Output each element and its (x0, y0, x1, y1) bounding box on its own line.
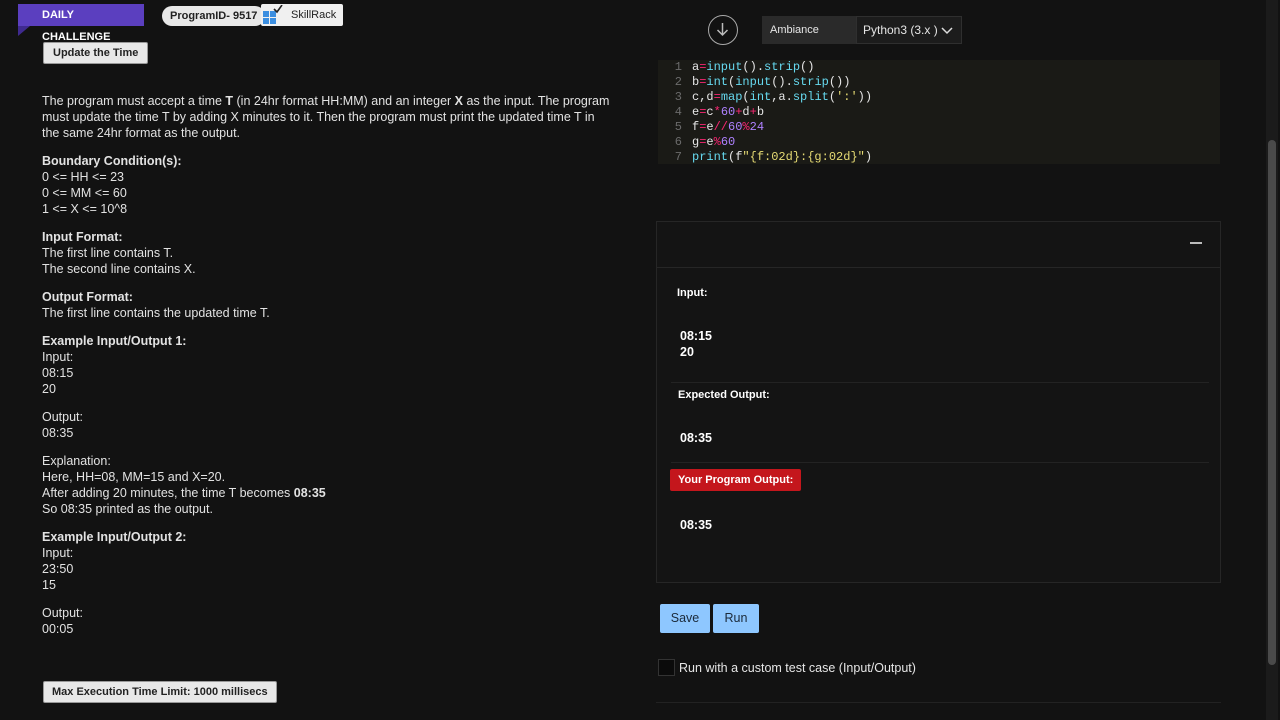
example-1-output: Output: 08:35 (42, 410, 83, 440)
skillrack-badge[interactable]: SkillRack (261, 4, 343, 26)
code-line-3: c,d=map(int,a.split(':')) (692, 90, 873, 104)
skillrack-logo-icon (263, 5, 283, 24)
your-program-output-label: Your Program Output: (670, 469, 802, 491)
example-1-heading: Example Input/Output 1: (42, 334, 187, 348)
expected-output-value: 08:35 (680, 431, 712, 445)
language-select[interactable]: Python3 (3.x ) (856, 16, 962, 44)
line-number: 2 (674, 75, 682, 89)
page-scrollbar[interactable] (1266, 0, 1278, 720)
problem-intro: The program must accept a time T (in 24h… (42, 94, 610, 140)
divider (656, 702, 1221, 703)
line-number: 3 (674, 90, 682, 104)
collapse-icon[interactable] (1190, 242, 1202, 244)
code-line-7: print(f"{f:02d}:{g:02d}") (692, 150, 873, 164)
line-number: 5 (674, 120, 682, 134)
code-line-5: f=e//60%24 (692, 120, 765, 134)
download-arrow-icon[interactable] (708, 15, 738, 45)
line-number: 4 (674, 105, 682, 119)
problem-statement: The program must accept a time T (in 24h… (42, 93, 612, 649)
ambiance-selector[interactable]: Ambiance (762, 16, 858, 44)
max-execution-time-badge: Max Execution Time Limit: 1000 millisecs (43, 681, 277, 703)
custom-test-checkbox[interactable] (658, 659, 675, 676)
result-panel-header (657, 222, 1220, 268)
expected-output-label: Expected Output: (678, 389, 770, 401)
code-line-2: b=int(input().strip()) (692, 75, 851, 89)
scrollbar-thumb[interactable] (1268, 140, 1276, 665)
boundary-section: Boundary Condition(s): 0 <= HH <= 23 0 <… (42, 154, 182, 216)
output-format-section: Output Format: The first line contains t… (42, 290, 270, 320)
code-editor[interactable]: 1 2 3 4 5 6 7 a=input().strip() b=int(in… (658, 60, 1220, 164)
custom-test-label: Run with a custom test case (Input/Outpu… (679, 661, 916, 675)
code-line-1: a=input().strip() (692, 60, 815, 74)
code-line-4: e=c*60+d+b (692, 105, 765, 119)
example-2-heading: Example Input/Output 2: (42, 530, 187, 544)
skillrack-label: SkillRack (291, 9, 337, 21)
program-id-badge: ProgramID- 9517 (162, 6, 266, 26)
run-button[interactable]: Run (713, 604, 759, 633)
input-format-section: Input Format: The first line contains T.… (42, 230, 196, 276)
example-1-explanation: Explanation: Here, HH=08, MM=15 and X=20… (42, 454, 326, 516)
daily-challenge-badge: DAILY CHALLENGE (18, 4, 144, 43)
boundary-heading: Boundary Condition(s): (42, 154, 182, 168)
update-the-time-button[interactable]: Update the Time (43, 42, 149, 64)
example-2-input: Example Input/Output 2: Input: 23:50 15 (42, 530, 187, 592)
divider (671, 462, 1209, 463)
line-number: 7 (674, 150, 682, 164)
input-format-heading: Input Format: (42, 230, 123, 244)
example-1-input: Example Input/Output 1: Input: 08:15 20 (42, 334, 187, 396)
result-panel: Input: 08:15 20 Expected Output: 08:35 Yo… (656, 221, 1221, 583)
line-number: 6 (674, 135, 682, 149)
example-2-output: Output: 00:05 (42, 606, 83, 636)
input-label: Input: (677, 287, 708, 299)
daily-challenge-label: DAILY CHALLENGE (42, 9, 111, 43)
language-value: Python3 (3.x ) (863, 23, 938, 37)
divider (671, 382, 1209, 383)
line-number: 1 (674, 60, 682, 74)
output-format-heading: Output Format: (42, 290, 133, 304)
chevron-down-icon (941, 27, 953, 35)
input-value: 08:15 20 (680, 329, 712, 359)
save-button[interactable]: Save (660, 604, 710, 633)
your-program-output-value: 08:35 (680, 518, 712, 532)
code-line-6: g=e%60 (692, 135, 736, 149)
